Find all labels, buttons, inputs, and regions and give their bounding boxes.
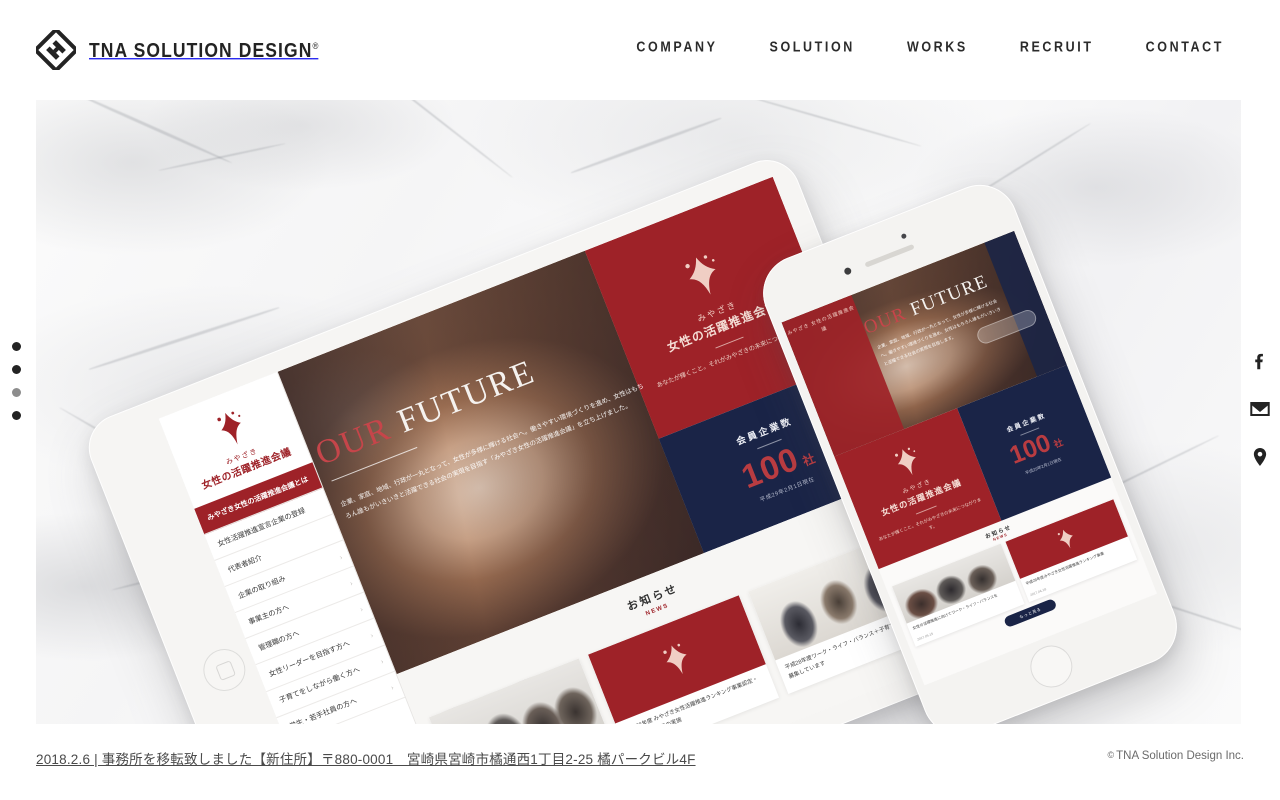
registered-mark: ® <box>312 40 319 51</box>
mock-menu-label: 管理職の方へ <box>257 628 301 653</box>
footer-news-link[interactable]: 2018.2.6 | 事務所を移転致しました【新住所】〒880-0001 宮崎県… <box>36 748 696 768</box>
social-links-rail <box>1247 348 1273 470</box>
brand-name: TNA SOLUTION DESIGN® <box>89 37 319 62</box>
copyright-mark: © <box>1107 750 1115 760</box>
slider-dot-1[interactable] <box>12 342 21 351</box>
hero-slider[interactable]: みやざき 女性の活躍推進会議 みやざき女性の活躍推進会議とは 女性活躍推進宣言企… <box>36 100 1241 724</box>
mail-icon[interactable] <box>1247 396 1273 422</box>
site-footer: 2018.2.6 | 事務所を移転致しました【新住所】〒880-0001 宮崎県… <box>0 724 1280 800</box>
copyright-text: TNA Solution Design Inc. <box>1116 750 1244 762</box>
brand-logo-link[interactable]: TNA SOLUTION DESIGN® <box>32 26 319 74</box>
nav-item-works[interactable]: WORKS <box>881 39 994 55</box>
chevron-right-icon: › <box>379 658 385 666</box>
slider-dot-3[interactable] <box>12 388 21 397</box>
chevron-right-icon: › <box>349 580 354 588</box>
nav-item-contact[interactable]: CONTACT <box>1120 39 1250 55</box>
slider-dot-2[interactable] <box>12 365 21 374</box>
footer-copyright: © TNA Solution Design Inc. <box>1108 750 1244 762</box>
slider-dot-4[interactable] <box>12 411 21 420</box>
mock-phone-news-card[interactable]: 女性の活躍推進に向けてワーク・ライフ・バランスを 2017.05.15 <box>891 543 1025 648</box>
chevron-right-icon: › <box>390 684 395 692</box>
miyazaki-flame-logo-icon <box>204 403 258 456</box>
mock-phone-news-card[interactable]: 平成28年度みやざき女性活躍推進ランキング事業 2017.04.18 <box>1005 499 1138 603</box>
facebook-icon[interactable] <box>1247 348 1273 374</box>
mock-phone-navy-unit: 社 <box>1052 436 1065 450</box>
mock-navy-unit: 社 <box>800 451 818 470</box>
slider-pagination <box>12 342 21 420</box>
miyazaki-flame-logo-icon <box>884 439 930 484</box>
nav-item-recruit[interactable]: RECRUIT <box>994 39 1120 55</box>
nav-item-solution[interactable]: SOLUTION <box>744 39 881 55</box>
miyazaki-flame-logo-icon <box>670 244 736 308</box>
tna-diamond-logo-icon <box>32 26 80 74</box>
chevron-right-icon: › <box>338 553 344 562</box>
chevron-right-icon: › <box>369 632 375 640</box>
mock-menu-label: 事業主の方へ <box>246 602 291 627</box>
chevron-right-icon: › <box>359 606 365 614</box>
main-navigation: COMPANY SOLUTION WORKS RECRUIT CONTACT <box>610 39 1250 55</box>
location-pin-icon[interactable] <box>1247 444 1273 470</box>
site-header: TNA SOLUTION DESIGN® COMPANY SOLUTION WO… <box>0 0 1280 96</box>
nav-item-company[interactable]: COMPANY <box>610 39 743 55</box>
